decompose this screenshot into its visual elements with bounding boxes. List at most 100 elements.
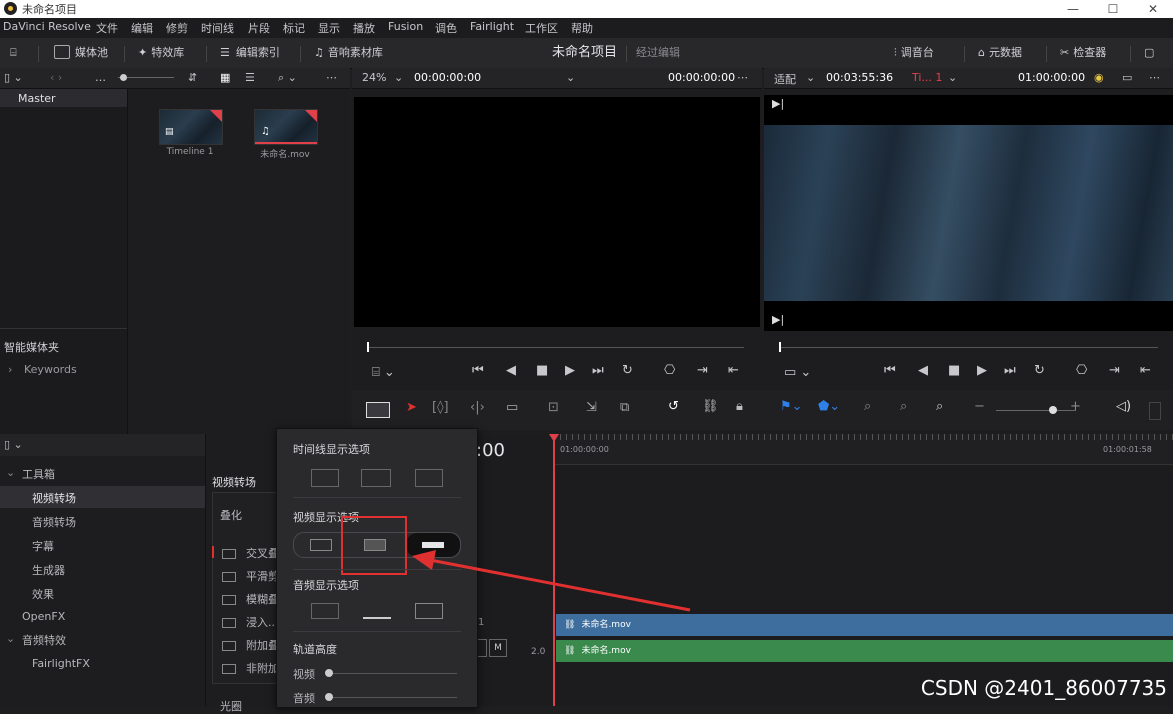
effects-library-button[interactable]: ✦ 特效库 — [138, 44, 184, 62]
stop-icon[interactable]: ■ — [948, 363, 960, 378]
close-button[interactable]: ✕ — [1133, 0, 1173, 18]
loop-icon[interactable]: ↻ — [622, 363, 633, 378]
search-icon[interactable]: ⌕ ⌄ — [278, 71, 297, 85]
sort-icon[interactable]: ⇵ — [188, 71, 197, 84]
chevron-down-icon[interactable]: ⌄ — [394, 71, 403, 84]
source-viewer-screen[interactable] — [354, 97, 760, 327]
audio-waveform-timeline-icon[interactable] — [415, 469, 443, 487]
chevron-down-icon[interactable]: ⌄ — [806, 71, 815, 84]
effects-category-iris[interactable]: 光圈 — [220, 698, 242, 714]
audio-height-slider[interactable] — [329, 697, 457, 698]
maximize-button[interactable]: ☐ — [1093, 0, 1133, 18]
stacked-timelines-icon[interactable] — [311, 469, 339, 487]
zoom-detail-icon[interactable]: ⌕ — [900, 399, 907, 414]
volume-icon[interactable]: ◁) — [1116, 399, 1131, 414]
subtitle-track-icon[interactable] — [361, 469, 391, 487]
timeline-viewer-screen[interactable]: ▶| ▶| — [764, 95, 1173, 331]
timeline-view-options-button[interactable] — [366, 402, 390, 418]
chevron-down-icon[interactable]: ⌄ — [948, 71, 957, 84]
timeline-zoom-slider[interactable] — [996, 410, 1076, 411]
go-to-end-icon[interactable]: ⏭ — [592, 363, 604, 378]
mixer-button[interactable]: ⫶ 调音台 — [894, 44, 934, 62]
options-icon[interactable]: ⋯ — [326, 71, 337, 84]
menu-mark[interactable]: 标记 — [283, 20, 305, 36]
timeline-zoom-handle[interactable] — [1049, 406, 1057, 414]
options-icon[interactable]: ⋯ — [1149, 71, 1160, 84]
audio-clip[interactable]: ⛓ 未命名.mov — [556, 640, 1173, 662]
prev-edit-icon[interactable]: ▶| — [772, 97, 784, 110]
go-to-start-icon[interactable]: ⏮ — [472, 363, 484, 378]
more-icon[interactable]: … — [95, 71, 106, 84]
expand-icon[interactable]: ▢ — [1144, 44, 1154, 62]
play-reverse-icon[interactable]: ◀ — [506, 363, 516, 378]
panel-toggle-icon[interactable]: ▯ ⌄ — [4, 71, 23, 84]
snapping-icon[interactable]: ↺ — [668, 399, 679, 414]
menu-workspace[interactable]: 工作区 — [525, 20, 558, 36]
chevron-down-icon[interactable]: ⌄ — [566, 71, 575, 84]
toolbox-header[interactable]: 工具箱 — [22, 466, 55, 482]
menu-help[interactable]: 帮助 — [571, 20, 593, 36]
chevron-right-icon[interactable]: › — [8, 363, 12, 376]
effects-item-openfx[interactable]: OpenFX — [22, 610, 65, 623]
source-scrub-bar[interactable] — [368, 347, 744, 348]
video-height-slider[interactable] — [329, 673, 457, 674]
effect-item[interactable]: 非附加 — [222, 660, 279, 676]
zoom-custom-icon[interactable]: ⌕ — [936, 399, 943, 414]
effects-item-effects[interactable]: 效果 — [32, 586, 54, 602]
effects-item-audio-transitions[interactable]: 音频转场 — [32, 514, 76, 530]
mark-out-icon[interactable]: ⇤ — [728, 363, 739, 378]
audio-height-handle[interactable] — [325, 693, 333, 701]
chevron-down-icon[interactable]: ⌄ — [6, 466, 15, 479]
effect-item[interactable]: 浸入... — [222, 614, 279, 630]
menu-fairlight[interactable]: Fairlight — [470, 20, 514, 33]
thumbnail-filmstrip-icon[interactable] — [310, 539, 332, 551]
fit-zoom[interactable]: 适配 — [774, 71, 796, 87]
effects-item-selected[interactable] — [0, 486, 205, 508]
effect-item[interactable]: 附加叠 — [222, 637, 279, 653]
waveform-on-icon[interactable] — [363, 601, 391, 619]
go-to-start-icon[interactable]: ⏮ — [884, 363, 896, 378]
menu-trim[interactable]: 修剪 — [166, 20, 188, 36]
mute-button[interactable]: M — [489, 639, 507, 657]
viewer-mode-icon[interactable]: ▭ ⌄ — [784, 365, 811, 380]
zoom-out-icon[interactable]: − — [974, 399, 985, 414]
menu-playback[interactable]: 播放 — [353, 20, 375, 36]
play-icon[interactable]: ▶ — [977, 363, 987, 378]
stop-icon[interactable]: ■ — [536, 363, 548, 378]
play-reverse-icon[interactable]: ◀ — [918, 363, 928, 378]
video-height-handle[interactable] — [325, 669, 333, 677]
next-edit-icon[interactable]: ▶| — [772, 313, 784, 326]
source-playhead[interactable] — [367, 342, 369, 352]
menu-file[interactable]: 文件 — [96, 20, 118, 36]
source-zoom[interactable]: 24% — [362, 71, 386, 84]
inspector-button[interactable]: ✂ 检查器 — [1060, 44, 1106, 62]
keywords-bin[interactable]: Keywords — [24, 363, 77, 376]
effects-item-audio-fx[interactable]: 音频特效 — [22, 632, 66, 648]
clip-thumbnail-mov[interactable]: ♫ — [254, 109, 318, 145]
insert-clip-icon[interactable]: ⊡ — [548, 400, 559, 415]
list-view-icon[interactable]: ☰ — [245, 71, 255, 84]
zoom-in-icon[interactable]: + — [1070, 399, 1081, 414]
go-to-end-icon[interactable]: ⏭ — [1004, 363, 1016, 378]
effect-item[interactable]: 交叉叠 — [222, 545, 279, 561]
mark-in-icon[interactable]: ⇥ — [697, 363, 708, 378]
dynamic-trim-icon[interactable]: ‹|› — [470, 400, 485, 415]
zoom-slider-handle[interactable] — [120, 74, 127, 81]
metadata-button[interactable]: ⌂ 元数据 — [978, 44, 1022, 62]
match-frame-icon[interactable]: ⎔ — [664, 363, 675, 378]
grid-view-icon[interactable]: ▦ — [220, 71, 230, 84]
options-icon[interactable]: ⋯ — [737, 71, 748, 84]
blade-tool-icon[interactable]: ▭ — [506, 400, 518, 415]
trim-tool-icon[interactable]: [◊] — [432, 400, 449, 415]
nav-arrows-icon[interactable]: ‹ › — [50, 71, 62, 84]
match-frame-icon[interactable]: ⎔ — [1076, 363, 1087, 378]
mark-out-icon[interactable]: ⇤ — [1140, 363, 1151, 378]
overwrite-clip-icon[interactable]: ⇲ — [586, 400, 597, 415]
timeline-scrub-bar[interactable] — [780, 347, 1158, 348]
waveform-off-icon[interactable] — [311, 603, 339, 619]
timeline-name[interactable]: Ti... 1 — [912, 71, 942, 84]
layout-icon[interactable]: ⌸ — [10, 44, 17, 62]
timeline-playhead-viewer[interactable] — [779, 342, 781, 352]
effects-category-dissolve[interactable]: 叠化 — [220, 507, 242, 523]
selection-tool-icon[interactable]: ➤ — [406, 400, 417, 415]
